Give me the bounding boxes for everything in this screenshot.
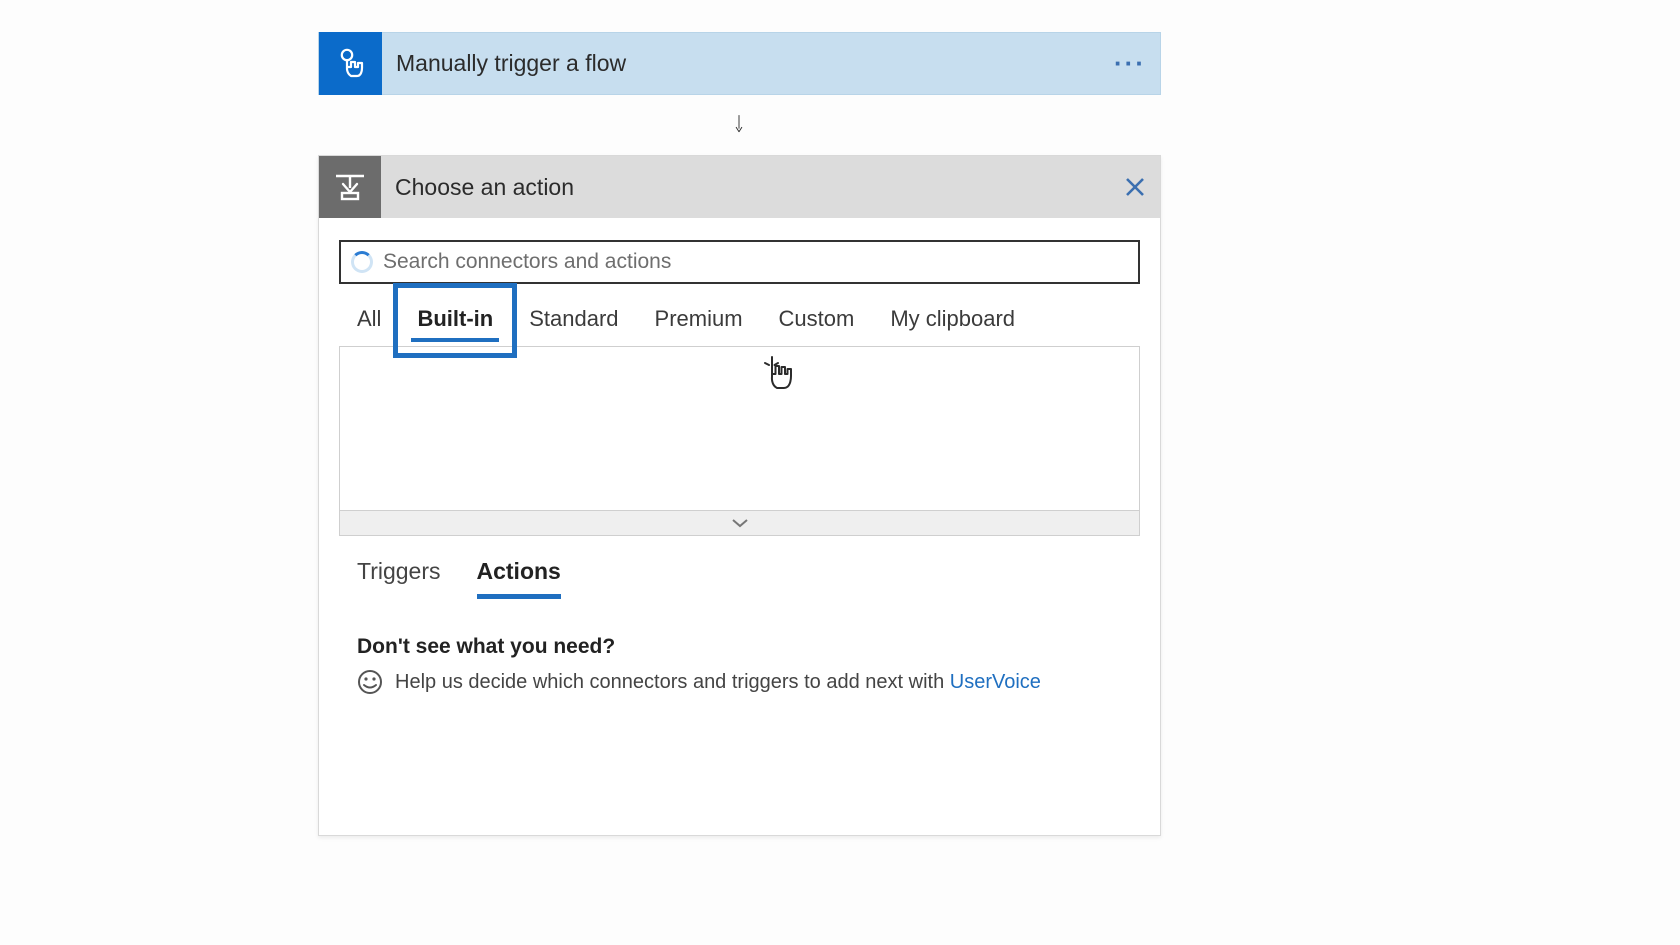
trigger-card[interactable]: Manually trigger a flow ··· [318,32,1161,95]
search-box[interactable] [339,240,1140,284]
filter-tabs: All Built-in Standard Premium Custom My … [319,284,1160,346]
action-panel-header: Choose an action [319,156,1160,218]
choose-action-panel: Choose an action All Built-in Standard P… [318,155,1161,836]
feedback-text-row: Help us decide which connectors and trig… [357,669,1140,695]
smiley-icon [357,669,383,695]
trigger-title: Manually trigger a flow [382,50,1100,77]
action-icon [319,156,381,218]
feedback-title: Don't see what you need? [357,635,1140,659]
manual-trigger-icon [319,32,382,95]
connectors-list [339,346,1140,511]
filter-tab-premium[interactable]: Premium [637,292,761,346]
feedback-text: Help us decide which connectors and trig… [395,671,950,693]
filter-tab-all[interactable]: All [339,292,399,346]
expand-bar[interactable] [339,511,1140,536]
close-button[interactable] [1110,176,1160,198]
feedback-block: Don't see what you need? Help us decide … [319,597,1160,835]
action-panel-title: Choose an action [381,174,1110,201]
trigger-more-button[interactable]: ··· [1100,48,1160,79]
search-input[interactable] [383,250,1128,274]
filter-tab-standard[interactable]: Standard [511,292,636,346]
sub-tab-actions[interactable]: Actions [477,558,561,597]
sub-tabs: Triggers Actions [319,536,1160,597]
sub-tab-triggers[interactable]: Triggers [357,558,441,597]
filter-tab-builtin[interactable]: Built-in [399,292,511,346]
chevron-down-icon [731,517,749,529]
search-container [319,218,1160,284]
loading-spinner-icon [351,251,373,273]
flow-connector-arrow [735,95,743,155]
uservoice-link[interactable]: UserVoice [950,671,1041,693]
filter-tab-custom[interactable]: Custom [761,292,873,346]
filter-tab-clipboard[interactable]: My clipboard [872,292,1033,346]
